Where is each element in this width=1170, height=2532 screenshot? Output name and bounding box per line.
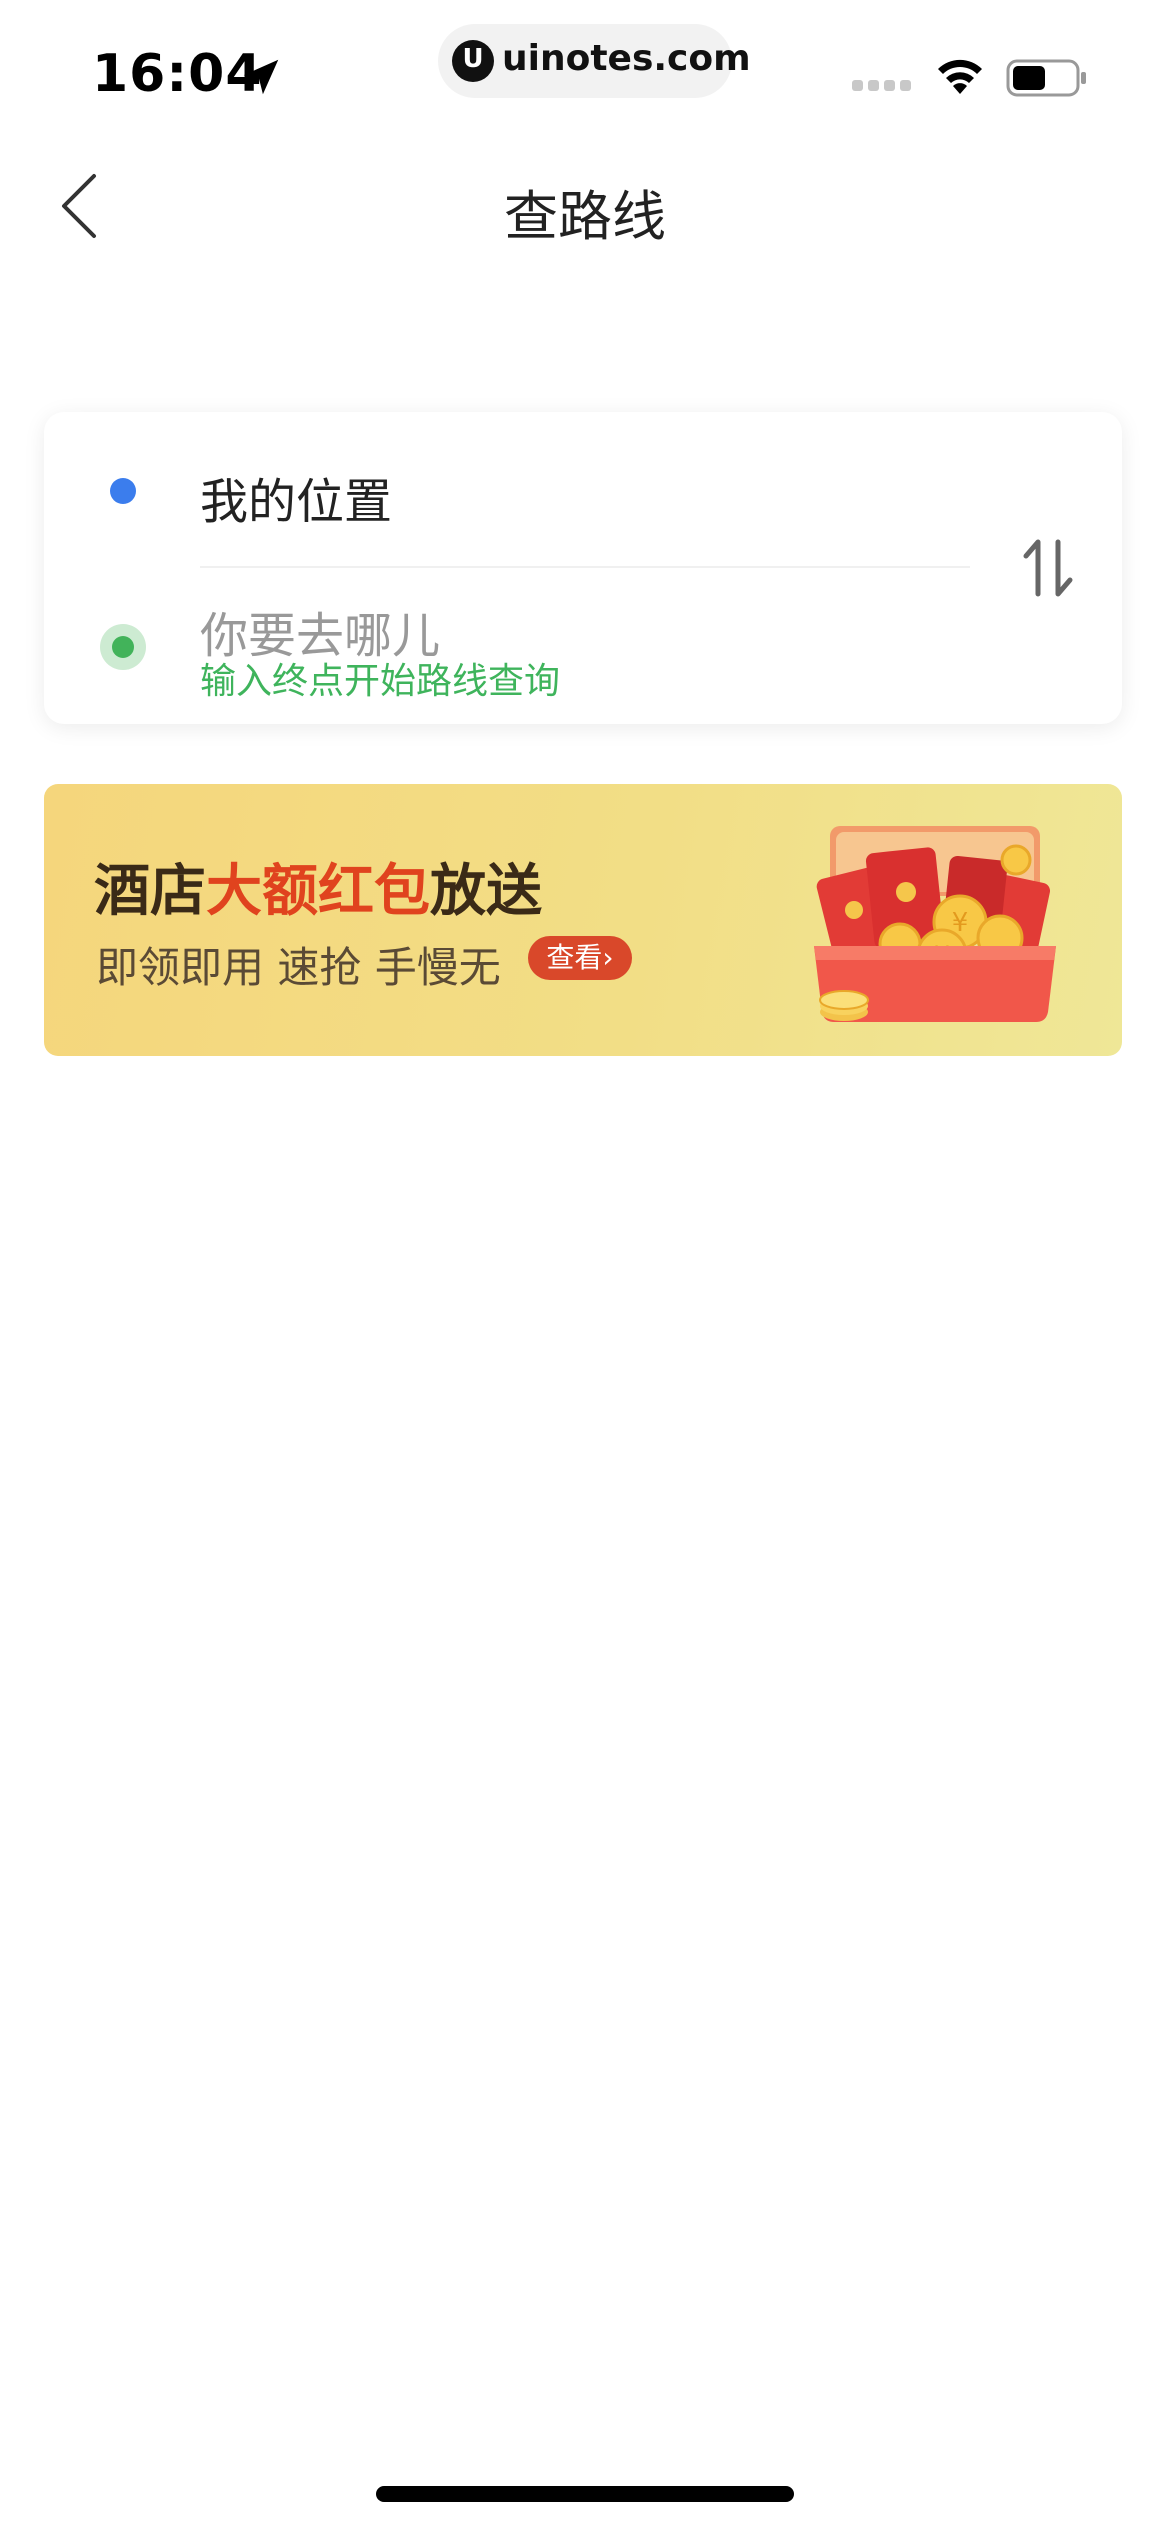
banner-title-part1: 酒店 — [94, 859, 206, 924]
view-button-label: 查看 — [546, 941, 603, 974]
location-arrow-icon — [243, 59, 279, 95]
status-time: 16:04 — [92, 44, 263, 104]
start-location-field[interactable]: 我的位置 — [200, 462, 392, 532]
red-envelope-chest-icon: ¥ ¥ — [814, 826, 1056, 1022]
hotel-promo-banner[interactable]: 酒店大额红包放送 即领即用 速抢 手慢无 查看› ¥ ¥ — [44, 784, 1122, 1056]
screen: 16:04 U uinotes.com 查路线 我的位置 你要去哪儿 输入终点开… — [0, 0, 1170, 2532]
view-button[interactable]: 查看› — [528, 936, 632, 980]
banner-title-part2: 放送 — [430, 859, 542, 924]
wifi-icon — [938, 59, 982, 94]
end-dot-icon — [100, 624, 146, 670]
site-logo-letter: U — [462, 44, 484, 74]
divider — [200, 566, 970, 568]
site-logo-icon: U — [452, 40, 494, 82]
url-text: uinotes.com — [502, 38, 751, 79]
signal-icon — [852, 80, 912, 92]
home-indicator — [376, 2486, 794, 2502]
battery-icon — [1006, 59, 1086, 97]
chevron-right-icon: › — [602, 941, 614, 974]
start-dot-icon — [110, 478, 136, 504]
route-card: 我的位置 你要去哪儿 输入终点开始路线查询 — [44, 412, 1122, 724]
page-title: 查路线 — [504, 185, 666, 248]
destination-hint: 输入终点开始路线查询 — [200, 661, 561, 702]
banner-subtitle: 即领即用 速抢 手慢无 — [96, 943, 501, 992]
banner-title: 酒店大额红包放送 — [94, 846, 542, 927]
banner-title-highlight: 大额红包 — [206, 859, 430, 924]
end-dot-inner — [112, 636, 134, 658]
swap-icon[interactable] — [1018, 536, 1078, 600]
url-pill[interactable]: U uinotes.com — [438, 24, 751, 98]
